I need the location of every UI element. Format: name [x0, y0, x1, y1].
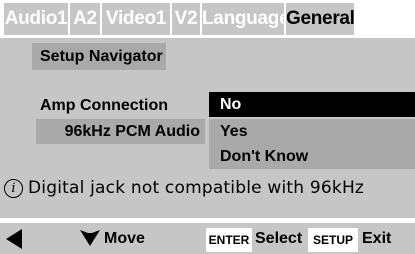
left-arrow-icon[interactable]: [6, 229, 22, 249]
option-no[interactable]: No: [209, 92, 415, 117]
move-label: Move: [104, 230, 145, 247]
tab-language[interactable]: Language: [202, 3, 290, 35]
down-arrow-icon: [80, 230, 100, 246]
tab-v2[interactable]: V2: [172, 3, 200, 35]
tab-general[interactable]: General: [286, 3, 355, 35]
enter-key[interactable]: ENTER: [206, 228, 252, 252]
option-dont-know[interactable]: Don't Know: [209, 144, 415, 169]
select-label: Select: [255, 230, 303, 247]
tab-video1[interactable]: Video1: [102, 3, 170, 35]
amp-connection-label: Amp Connection: [40, 97, 168, 114]
pcm-audio-label: 96kHz PCM Audio: [64, 123, 200, 140]
setup-navigator-title: Setup Navigator: [32, 43, 166, 70]
info-circle-icon: i: [4, 179, 23, 198]
info-text: Digital jack not compatible with 96kHz: [28, 178, 365, 198]
tab-a2[interactable]: A2: [70, 3, 100, 35]
info-message: i Digital jack not compatible with 96kHz: [4, 176, 364, 200]
setup-key[interactable]: SETUP: [308, 228, 358, 252]
tab-audio1[interactable]: Audio1: [4, 3, 68, 35]
exit-label: Exit: [362, 230, 392, 247]
option-yes[interactable]: Yes: [209, 119, 415, 144]
